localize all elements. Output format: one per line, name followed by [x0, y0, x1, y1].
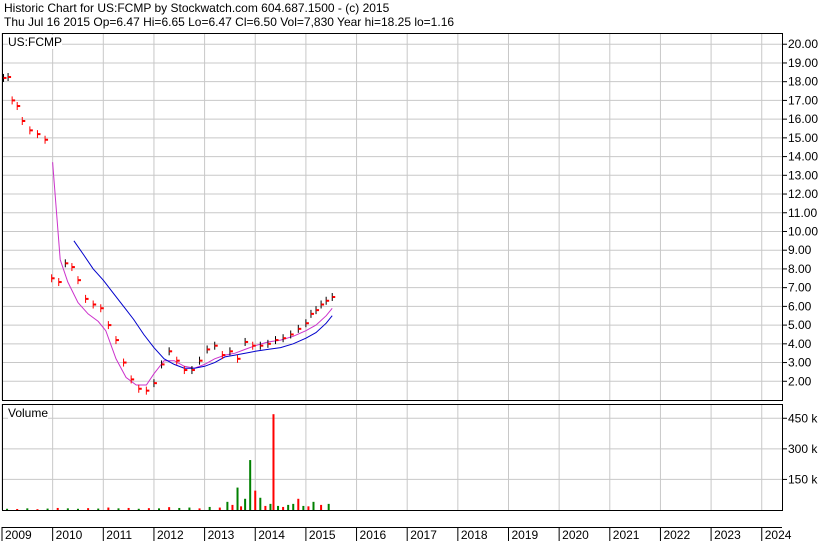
volume-bar	[272, 414, 275, 510]
price-tick-label: 12.00	[788, 187, 818, 201]
volume-bar	[87, 508, 90, 510]
chart-canvas: 20.00 19.00 18.00 17.00 16.00 15.00 14.00 13.00…	[1, 33, 818, 542]
price-tick-label: 7.00	[788, 281, 812, 295]
volume-bar	[307, 506, 310, 510]
price-tick-label: 13.00	[788, 168, 818, 182]
year-tick-label: 2017	[410, 528, 437, 542]
year-tick-label: 2010	[56, 528, 83, 542]
volume-bars	[6, 414, 330, 511]
volume-tick-label: 150 k	[788, 472, 818, 486]
year-tick-label: 2015	[309, 528, 336, 542]
volume-bar	[147, 508, 150, 510]
price-tick-label: 19.00	[788, 56, 818, 70]
year-tick-label: 2013	[208, 528, 235, 542]
volume-bar	[264, 505, 267, 510]
price-tick-label: 16.00	[788, 112, 818, 126]
volume-bar	[236, 487, 239, 510]
price-tick-label: 5.00	[788, 318, 812, 332]
volume-bar	[117, 508, 120, 510]
volume-bar	[240, 506, 243, 510]
price-panel-frame	[2, 33, 783, 401]
price-grid	[1, 33, 782, 400]
volume-bar	[46, 508, 49, 510]
volume-bar	[327, 503, 330, 510]
volume-bar	[269, 503, 272, 510]
price-tick-label: 15.00	[788, 131, 818, 145]
year-tick-label: 2021	[613, 528, 640, 542]
moving-average-lines	[52, 162, 333, 386]
volume-bar	[231, 504, 234, 510]
volume-bar	[297, 498, 300, 510]
volume-bar	[178, 507, 181, 510]
volume-bar	[249, 460, 252, 510]
year-tick-label: 2020	[562, 528, 589, 542]
volume-bar	[277, 505, 280, 510]
volume-bar	[158, 508, 161, 510]
price-tick-label: 10.00	[788, 224, 818, 238]
volume-bar	[226, 501, 229, 510]
volume-panel-frame	[2, 404, 783, 511]
price-panel-title: US:FCMP	[8, 35, 62, 49]
year-tick-label: 2016	[360, 528, 387, 542]
volume-bar	[16, 508, 19, 510]
volume-bar	[302, 505, 305, 510]
price-tick-label: 14.00	[788, 150, 818, 164]
volume-bar	[244, 498, 247, 510]
year-tick-label: 2014	[258, 528, 285, 542]
price-tick-label: 11.00	[788, 206, 817, 220]
volume-bar	[320, 504, 323, 510]
volume-bar	[287, 504, 290, 510]
volume-bar	[259, 497, 262, 510]
volume-bar	[208, 506, 211, 510]
year-tick-label: 2019	[511, 528, 538, 542]
year-tick-label: 2022	[663, 528, 690, 542]
year-tick-label: 2024	[765, 528, 792, 542]
volume-tick-label: 450 k	[788, 411, 818, 425]
price-axis: 20.00 19.00 18.00 17.00 16.00 15.00 14.00 13.00…	[782, 37, 818, 388]
volume-grid	[1, 404, 782, 510]
volume-panel-title: Volume	[8, 406, 49, 420]
price-tick-label: 2.00	[788, 374, 812, 388]
volume-bar	[137, 508, 140, 510]
price-tick-label: 3.00	[788, 356, 812, 370]
volume-bar	[188, 507, 191, 510]
volume-bar	[312, 501, 315, 510]
volume-bar	[66, 508, 69, 510]
price-tick-label: 6.00	[788, 299, 812, 313]
volume-bar	[56, 507, 59, 510]
volume-bar	[76, 508, 79, 510]
volume-bar	[107, 507, 110, 510]
price-tick-label: 8.00	[788, 262, 812, 276]
price-tick-label: 4.00	[788, 337, 812, 351]
chart-window: Historic Chart for US:FCMP by Stockwatch…	[0, 0, 830, 543]
volume-bar	[198, 508, 201, 510]
volume-bar	[282, 506, 285, 510]
price-tick-label: 17.00	[788, 93, 818, 107]
volume-bar	[6, 508, 9, 510]
volume-bar	[168, 507, 171, 510]
chart-frames	[2, 33, 783, 528]
short-moving-average-line	[52, 162, 333, 386]
year-tick-label: 2011	[106, 528, 132, 542]
volume-bar	[292, 503, 295, 510]
year-tick-label: 2018	[461, 528, 488, 542]
volume-bar	[218, 507, 221, 510]
volume-bar	[254, 490, 257, 510]
price-tick-label: 9.00	[788, 243, 812, 257]
price-tick-label: 20.00	[788, 37, 818, 51]
year-axis: 2009 2010 2011 2012 2013 2014 2015 2016 2017 2018…	[1, 527, 792, 542]
volume-tick-label: 300 k	[788, 442, 818, 456]
volume-axis: 450 k 300 k 150 k	[782, 411, 818, 486]
year-tick-label: 2023	[714, 528, 741, 542]
volume-bar	[26, 508, 29, 510]
year-tick-label: 2009	[5, 528, 32, 542]
year-tick-label: 2012	[157, 528, 184, 542]
volume-bar	[97, 508, 100, 510]
volume-bar	[127, 507, 130, 510]
price-tick-label: 18.00	[788, 75, 818, 89]
